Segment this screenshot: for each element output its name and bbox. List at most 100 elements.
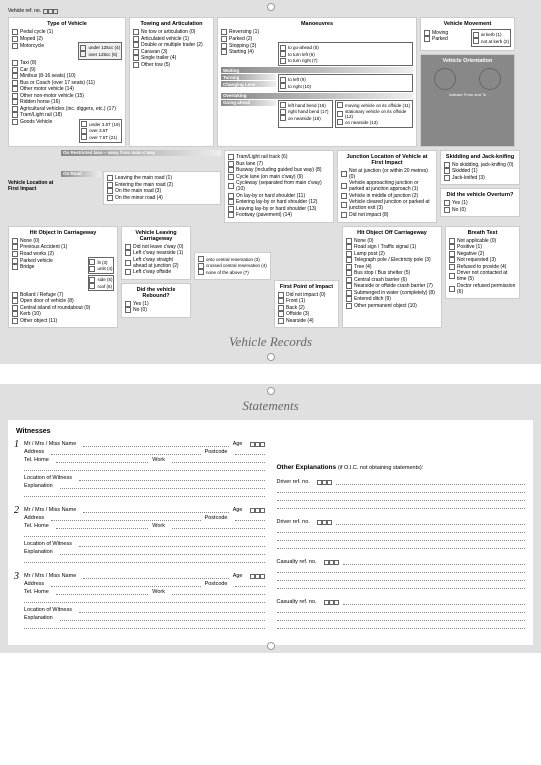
tel-home-input[interactable] [56,521,149,529]
checkbox-item[interactable]: Bridge [12,264,86,270]
checkbox-item[interactable]: Footway (pavement) (14) [228,212,330,218]
checkbox-item[interactable]: Open door of vehicle (8) [12,298,114,304]
checkbox-item[interactable]: unlit (4) [89,266,112,272]
checkbox-item[interactable]: No (0) [125,307,187,313]
checkbox-item[interactable]: Moped (2) [12,36,122,42]
checkbox-item[interactable]: Left c'way offside [125,269,187,275]
checkbox-item[interactable]: side (5) [89,277,112,283]
postcode-input[interactable] [235,513,265,521]
checkbox-item[interactable]: Double or multiple trailer (2) [133,42,210,48]
checkbox-item[interactable]: Previous Accident (1) [12,244,114,250]
checkbox-item[interactable]: on nearside (18) [280,115,331,121]
checkbox-item[interactable]: No (0) [444,207,516,213]
checkbox-item[interactable]: Yes (1) [125,301,187,307]
checkbox-item[interactable]: right hand bend (17) [280,109,331,115]
checkbox-item[interactable]: Nearside or offside crash barrier (7) [346,283,438,289]
checkbox-item[interactable]: Bus lane (7) [228,161,330,167]
checkbox-item[interactable]: Kerb (10) [12,311,114,317]
checkbox-item[interactable]: Not requested (3) [449,257,516,263]
explanation-input[interactable] [60,613,265,621]
checkbox-item[interactable]: Agricultural vehicles (inc. diggers, etc… [12,106,122,112]
checkbox-item[interactable]: Parked vehicle [12,258,86,264]
checkbox-item[interactable]: Busway (including guided bus way) (8) [228,167,330,173]
checkbox-item[interactable]: Starting (4) [221,49,276,55]
checkbox-item[interactable]: Road sign / Traffic signal (1) [346,244,438,250]
checkbox-item[interactable]: Stopping (3) [221,43,276,49]
address-input[interactable] [51,579,200,587]
checkbox-item[interactable]: Tree (4) [346,264,438,270]
checkbox-item[interactable]: None (0) [12,238,114,244]
checkbox-item[interactable]: on nearside (13) [337,119,411,125]
checkbox-item[interactable]: at kerb (1) [473,32,509,38]
tel-home-input[interactable] [56,587,149,595]
checkbox-item[interactable]: Yes (1) [444,200,516,206]
checkbox-item[interactable]: No tow or articulation (0) [133,29,210,35]
checkbox-item[interactable]: to left (9) [280,77,411,83]
tel-work-input[interactable] [172,587,265,595]
checkbox-item[interactable]: Left c'way straight ahead at junction (2… [125,257,187,269]
checkbox-item[interactable]: Other permanent object (10) [346,303,438,309]
checkbox-item[interactable]: Central crash barrier (6) [346,277,438,283]
checkbox-item[interactable]: Reversing (1) [221,29,413,35]
checkbox-item[interactable]: to right (10) [280,83,411,89]
checkbox-item[interactable]: not at kerb (2) [473,38,509,44]
driver-expl-input[interactable] [336,517,525,525]
checkbox-item[interactable]: Entered ditch (9) [346,296,438,302]
location-input[interactable] [79,473,265,481]
checkbox-item[interactable]: Taxi (8) [12,60,122,66]
checkbox-item[interactable]: Pedal cycle (1) [12,29,122,35]
checkbox-item[interactable]: Parked [424,36,469,42]
checkbox-item[interactable]: Vehicle cleared junction or parked at ju… [341,199,433,211]
location-input[interactable] [79,539,265,547]
checkbox-item[interactable]: over 3.5T [81,128,120,134]
address-input[interactable] [51,447,200,455]
checkbox-item[interactable]: Central island of roundabout (9) [12,305,114,311]
checkbox-item[interactable]: Entering the main road (2) [107,182,217,188]
checkbox-item[interactable]: Goods Vehicle [12,119,77,125]
checkbox-item[interactable]: On the minor road (4) [107,195,217,201]
checkbox-item[interactable]: Refused to provide (4) [449,264,516,270]
checkbox-item[interactable]: over 125cc (5) [80,51,120,57]
checkbox-item[interactable]: Other non-motor vehicle (15) [12,93,122,99]
checkbox-item[interactable]: No skidding, jack-knifing (0) [444,162,516,168]
checkbox-item[interactable]: over 7.5T (21) [81,134,120,140]
name-input[interactable] [83,439,228,447]
checkbox-item[interactable]: roof (6) [89,283,112,289]
checkbox-item[interactable]: Vehicle in middle of junction (2) [341,193,433,199]
checkbox-item[interactable]: crossed central reservation (4) [198,263,267,269]
checkbox-item[interactable]: Back (2) [278,305,335,311]
checkbox-item[interactable]: none of the above (7) [198,269,267,275]
checkbox-item[interactable]: onto central reservation (3) [198,256,267,262]
postcode-input[interactable] [235,447,265,455]
location-input[interactable] [79,605,265,613]
checkbox-item[interactable]: to turn left (6) [280,51,411,57]
checkbox-item[interactable]: left hand bend (16) [280,102,331,108]
checkbox-item[interactable]: Other motor vehicle (14) [12,86,122,92]
checkbox-item[interactable]: Motorcycle [12,43,76,49]
checkbox-item[interactable]: Did not impact (8) [341,212,433,218]
checkbox-item[interactable]: Submerged in water (completely) (8) [346,290,438,296]
checkbox-item[interactable]: Driver not contacted at time (5) [449,270,516,282]
driver-expl-input[interactable] [336,477,525,485]
name-input[interactable] [83,505,228,513]
tel-work-input[interactable] [172,521,265,529]
checkbox-item[interactable]: stationary vehicle on its offside (12) [337,109,411,119]
checkbox-item[interactable]: Offside (3) [278,311,335,317]
explanation-input[interactable] [60,547,265,555]
checkbox-item[interactable]: Other object (11) [12,318,114,324]
explanation-input[interactable] [60,481,265,489]
checkbox-item[interactable]: Entering lay-by or hard shoulder (12) [228,199,330,205]
checkbox-item[interactable]: Left c'way nearside (1) [125,250,187,256]
checkbox-item[interactable]: to turn right (7) [280,58,411,64]
checkbox-item[interactable]: lit (3) [89,259,112,265]
checkbox-item[interactable]: Not applicable (0) [449,238,516,244]
name-input[interactable] [83,571,228,579]
checkbox-item[interactable]: Doctor refused permission (6) [449,283,516,295]
checkbox-item[interactable]: Telegraph pole / Electricity pole (3) [346,257,438,263]
checkbox-item[interactable]: Did not leave c'way (0) [125,244,187,250]
checkbox-item[interactable]: Jack-knifed (3) [444,175,516,181]
checkbox-item[interactable]: Skidded (1) [444,168,516,174]
checkbox-item[interactable]: Single trailer (4) [133,55,210,61]
checkbox-item[interactable]: Articulated vehicle (1) [133,36,210,42]
checkbox-item[interactable]: Leaving lay-by or hard shoulder (13) [228,206,330,212]
